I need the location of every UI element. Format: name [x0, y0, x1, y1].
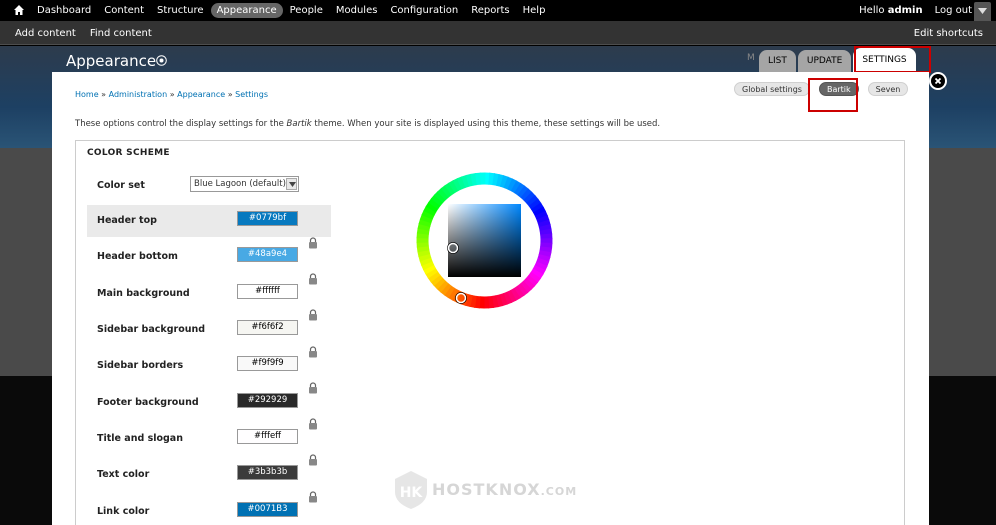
- tab-list[interactable]: LIST: [759, 50, 796, 72]
- color-field-text-color[interactable]: Text color #3b3b3b: [87, 459, 331, 491]
- breadcrumb-separator: »: [167, 90, 178, 99]
- overlay-hidden-tab-fragment: M: [747, 53, 755, 63]
- breadcrumb-appearance[interactable]: Appearance: [177, 90, 225, 99]
- color-field-label: Footer background: [97, 397, 199, 408]
- intro-text: These options control the display settin…: [75, 119, 660, 129]
- hue-ring-segment: [479, 172, 486, 185]
- color-field-link-color[interactable]: Link color #0071B3: [87, 496, 331, 525]
- bartik-subtab-highlight: [808, 78, 858, 112]
- hostknox-logo-icon: HK: [395, 471, 427, 509]
- shortcut-links: Add content Find content: [8, 21, 159, 45]
- color-field-input[interactable]: #3b3b3b: [237, 465, 298, 480]
- settings-tab-highlight: [854, 46, 931, 73]
- toolbar-item-dashboard[interactable]: Dashboard: [31, 3, 97, 18]
- admin-toolbar: Dashboard Content Structure Appearance P…: [0, 0, 996, 21]
- toolbar-item-modules[interactable]: Modules: [330, 3, 384, 18]
- username-link[interactable]: admin: [888, 5, 923, 16]
- subtab-global-settings[interactable]: Global settings: [734, 82, 810, 96]
- shortcut-add-content[interactable]: Add content: [8, 28, 83, 39]
- tab-update[interactable]: UPDATE: [797, 50, 852, 72]
- shortcut-find-content[interactable]: Find content: [83, 28, 159, 39]
- watermark-text: HOSTKNOX: [432, 480, 541, 499]
- color-field-label: Text color: [97, 469, 150, 480]
- color-field-input[interactable]: #f6f6f2: [237, 320, 298, 335]
- home-icon[interactable]: [13, 4, 25, 16]
- close-icon: [934, 77, 942, 85]
- intro-theme-name: Bartik: [286, 119, 312, 129]
- color-set-label: Color set: [97, 180, 145, 191]
- shortcut-bar: Add content Find content Edit shortcuts: [0, 21, 996, 45]
- overlay-close-button[interactable]: [929, 72, 947, 90]
- color-field-input[interactable]: #48a9e4: [237, 247, 298, 262]
- svg-text:HK: HK: [400, 485, 424, 501]
- intro-text-before: These options control the display settin…: [75, 119, 287, 129]
- color-field-label: Title and slogan: [97, 433, 183, 444]
- overlay-title: Appearance: [66, 52, 157, 70]
- toolbar-item-help[interactable]: Help: [517, 3, 552, 18]
- color-field-label: Link color: [97, 506, 150, 517]
- color-field-input[interactable]: #292929: [237, 393, 298, 408]
- chevron-down-icon: [289, 182, 296, 187]
- toolbar-item-reports[interactable]: Reports: [465, 3, 515, 18]
- color-picker-wheel[interactable]: [416, 172, 553, 309]
- color-field-main-background[interactable]: Main background #ffffff: [87, 278, 331, 310]
- color-set-select[interactable]: Blue Lagoon (default): [190, 176, 299, 192]
- add-shortcut-icon[interactable]: [156, 55, 167, 66]
- color-field-header-top[interactable]: Header top #0779bf: [87, 205, 331, 237]
- color-field-input[interactable]: #ffffff: [237, 284, 298, 299]
- toolbar-item-structure[interactable]: Structure: [151, 3, 210, 18]
- color-field-title-and-slogan[interactable]: Title and slogan #fffeff: [87, 423, 331, 455]
- breadcrumb: Home » Administration » Appearance » Set…: [75, 90, 268, 99]
- breadcrumb-administration[interactable]: Administration: [109, 90, 168, 99]
- breadcrumb-home[interactable]: Home: [75, 90, 99, 99]
- greeting-text: Hello: [859, 5, 885, 16]
- overlay-panel: Home » Administration » Appearance » Set…: [52, 72, 929, 525]
- toolbar-item-appearance[interactable]: Appearance: [210, 3, 283, 18]
- edit-shortcuts-link[interactable]: Edit shortcuts: [914, 21, 983, 45]
- toolbar-menu: Dashboard Content Structure Appearance P…: [31, 0, 552, 21]
- select-arrow: [286, 178, 297, 190]
- color-set-value: Blue Lagoon (default): [194, 179, 286, 189]
- color-field-input[interactable]: #0779bf: [237, 211, 298, 226]
- user-greeting: Hello admin: [859, 5, 922, 16]
- color-field-label: Header top: [97, 215, 157, 226]
- toolbar-item-configuration[interactable]: Configuration: [384, 3, 464, 18]
- breadcrumb-settings[interactable]: Settings: [235, 90, 268, 99]
- toolbar-item-content[interactable]: Content: [98, 3, 150, 18]
- color-field-input[interactable]: #f9f9f9: [237, 356, 298, 371]
- logout-link[interactable]: Log out: [935, 5, 972, 16]
- subtab-seven[interactable]: Seven: [867, 82, 909, 96]
- shortcuts-toggle[interactable]: [974, 2, 991, 21]
- color-field-label: Header bottom: [97, 251, 178, 262]
- color-scheme-fieldset: COLOR SCHEME Color set Blue Lagoon (defa…: [75, 140, 905, 525]
- color-field-input[interactable]: #fffeff: [237, 429, 298, 444]
- toolbar-item-people[interactable]: People: [284, 3, 329, 18]
- hostknox-watermark: HOSTKNOX.COM: [432, 480, 577, 499]
- intro-text-after: theme. When your site is displayed using…: [311, 119, 661, 129]
- watermark-domain: .COM: [540, 485, 578, 498]
- color-field-input[interactable]: #0071B3: [237, 502, 298, 517]
- color-field-footer-background[interactable]: Footer background #292929: [87, 387, 331, 419]
- color-field-header-bottom[interactable]: Header bottom #48a9e4: [87, 241, 331, 273]
- breadcrumb-separator: »: [225, 90, 236, 99]
- color-field-label: Sidebar borders: [97, 360, 184, 371]
- color-field-label: Sidebar background: [97, 324, 206, 335]
- color-scheme-legend: COLOR SCHEME: [87, 148, 170, 158]
- breadcrumb-separator: »: [98, 90, 109, 99]
- color-field-label: Main background: [97, 288, 190, 299]
- value-overlay: [448, 204, 521, 277]
- color-field-sidebar-borders[interactable]: Sidebar borders #f9f9f9: [87, 350, 331, 382]
- chevron-down-icon: [978, 8, 987, 14]
- toolbar-user: Hello admin Log out: [859, 0, 972, 21]
- color-field-sidebar-background[interactable]: Sidebar background #f6f6f2: [87, 314, 331, 346]
